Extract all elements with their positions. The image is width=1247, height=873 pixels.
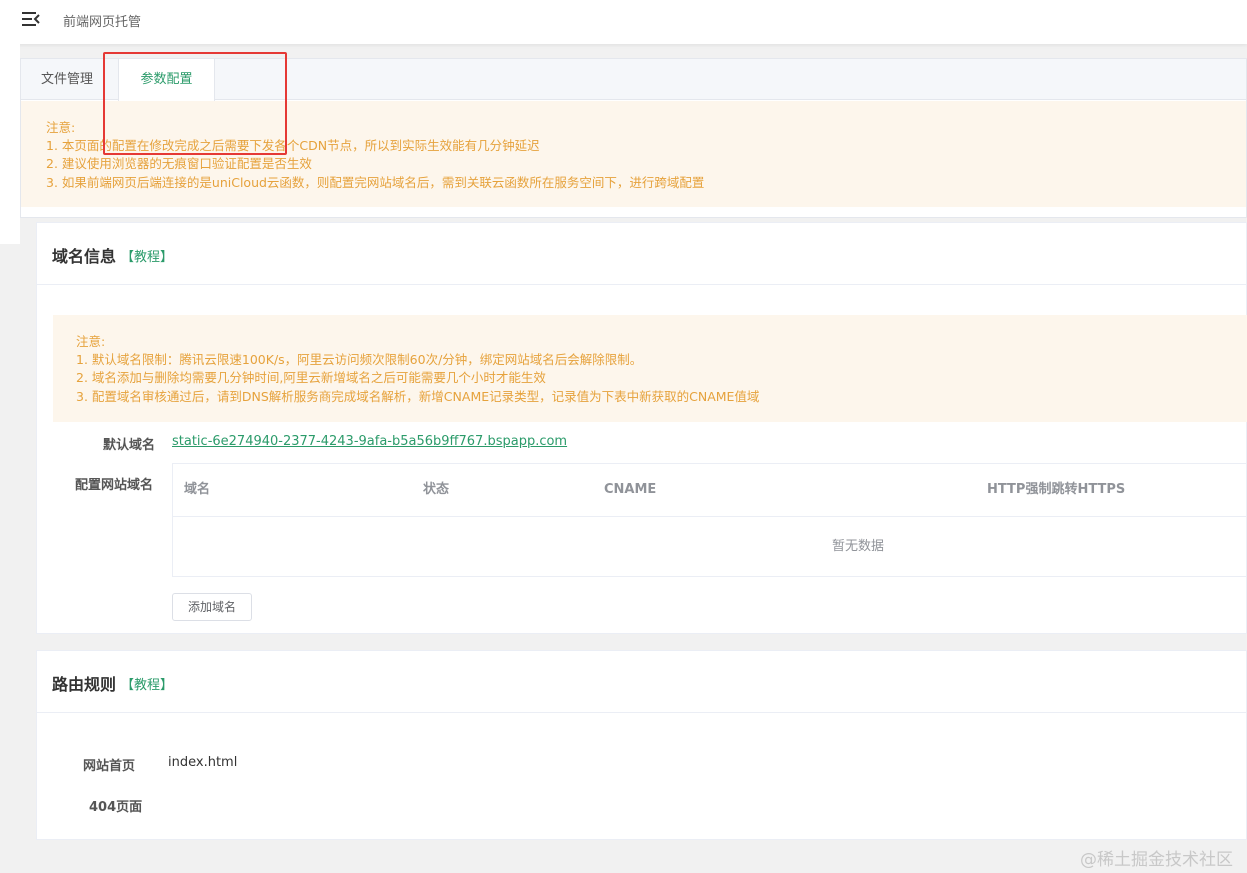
tab-file-management[interactable]: 文件管理 [21, 59, 113, 100]
watermark: @稀土掘金技术社区 [1080, 850, 1233, 870]
top-bar: 前端网页托管 [0, 0, 1247, 44]
home-page-value[interactable]: index.html [168, 755, 237, 770]
column-header-cname: CNAME [604, 482, 657, 497]
notice-line: 3. 配置域名审核通过后，请到DNS解析服务商完成域名解析，新增CNAME记录类… [76, 388, 760, 404]
custom-domain-label: 配置网站域名 [75, 478, 154, 493]
column-header-https-redirect: HTTP强制跳转HTTPS [987, 482, 1126, 497]
notice-line: 2. 建议使用浏览器的无痕窗口验证配置是否生效 [46, 156, 312, 172]
notice-line: 2. 域名添加与删除均需要几分钟时间,阿里云新增域名之后可能需要几个小时才能生效 [76, 370, 546, 386]
top-notice: 注意: 1. 本页面的配置在修改完成之后需要下发各个CDN节点，所以到实际生效能… [21, 101, 1246, 207]
default-domain-link[interactable]: static-6e274940-2377-4243-9afa-b5a56b9ff… [172, 434, 567, 449]
notice-title: 注意: [76, 334, 106, 349]
domain-tutorial-link[interactable]: 【教程】 [121, 246, 173, 265]
default-domain-label: 默认域名 [103, 438, 156, 453]
domain-table: 域名 状态 CNAME HTTP强制跳转HTTPS 暂无数据 [172, 463, 1247, 577]
notice-line: 1. 默认域名限制：腾讯云限速100K/s，阿里云访问频次限制60次/分钟，绑定… [76, 352, 643, 368]
domain-info-card: 域名信息 【教程】 注意: 1. 默认域名限制：腾讯云限速100K/s，阿里云访… [36, 222, 1247, 634]
column-header-domain: 域名 [184, 482, 211, 497]
notice-title: 注意: [46, 120, 76, 135]
route-card-header: 路由规则 【教程】 [37, 651, 1246, 713]
breadcrumb[interactable]: 前端网页托管 [63, 11, 141, 30]
tab-parameter-config[interactable]: 参数配置 [118, 59, 215, 101]
settings-tab-card: 文件管理 参数配置 注意: 1. 本页面的配置在修改完成之后需要下发各个CDN节… [20, 58, 1247, 218]
domain-notice: 注意: 1. 默认域名限制：腾讯云限速100K/s，阿里云访问频次限制60次/分… [53, 315, 1247, 422]
not-found-page-label: 404页面 [89, 800, 143, 815]
route-tutorial-link[interactable]: 【教程】 [121, 674, 173, 693]
home-page-label: 网站首页 [83, 759, 136, 774]
left-strip [0, 44, 20, 244]
domain-section-title: 域名信息 [52, 247, 117, 266]
domain-card-header: 域名信息 【教程】 [37, 223, 1246, 285]
route-section-title: 路由规则 [52, 675, 117, 694]
tab-bar: 文件管理 参数配置 [21, 59, 1246, 101]
table-empty-text: 暂无数据 [831, 539, 884, 554]
add-domain-button[interactable]: 添加域名 [172, 593, 252, 621]
menu-fold-icon[interactable] [22, 11, 40, 27]
notice-line: 1. 本页面的配置在修改完成之后需要下发各个CDN节点，所以到实际生效能有几分钟… [46, 138, 540, 154]
notice-line: 3. 如果前端网页后端连接的是uniCloud云函数，则配置完网站域名后，需到关… [46, 174, 705, 190]
route-rules-card: 路由规则 【教程】 网站首页 index.html 404页面 [36, 650, 1247, 840]
column-header-status: 状态 [423, 482, 450, 497]
